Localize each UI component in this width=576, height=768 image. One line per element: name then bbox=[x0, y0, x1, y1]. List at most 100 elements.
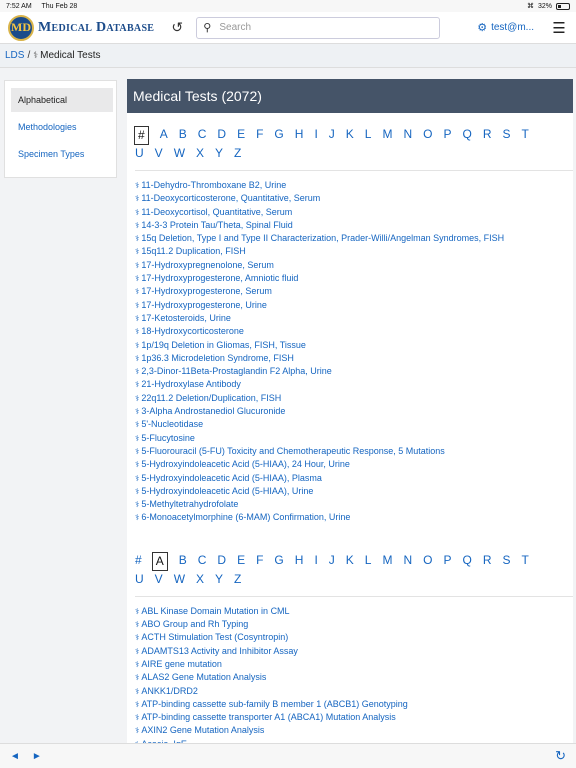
letter-link[interactable]: V bbox=[155, 145, 163, 162]
back-arrow-icon[interactable]: ◄ bbox=[10, 751, 20, 762]
letter-link[interactable]: H bbox=[295, 126, 304, 145]
letter-link[interactable]: C bbox=[198, 126, 207, 145]
test-list-item[interactable]: ⚕ 5-Hydroxyindoleacetic Acid (5-HIAA), 24… bbox=[135, 458, 573, 471]
test-list-item[interactable]: ⚕ AXIN2 Gene Mutation Analysis bbox=[135, 724, 573, 737]
sidebar-item-specimen-types[interactable]: Specimen Types bbox=[11, 142, 113, 166]
letter-link[interactable]: A bbox=[160, 126, 168, 145]
letter-link[interactable]: D bbox=[217, 552, 226, 571]
letter-link[interactable]: I bbox=[314, 126, 317, 145]
test-list-item[interactable]: ⚕ 18-Hydroxycorticosterone bbox=[135, 325, 573, 338]
sidebar-item-methodologies[interactable]: Methodologies bbox=[11, 115, 113, 139]
test-list-item[interactable]: ⚕ 21-Hydroxylase Antibody bbox=[135, 378, 573, 391]
letter-link[interactable]: E bbox=[237, 552, 245, 571]
letter-link[interactable]: Y bbox=[215, 571, 223, 588]
search-box[interactable]: ⚲ bbox=[196, 16, 441, 39]
letter-link[interactable]: W bbox=[174, 571, 185, 588]
test-list-item[interactable]: ⚕ 11-Deoxycortisol, Quantitative, Serum bbox=[135, 206, 573, 219]
letter-link[interactable]: P bbox=[444, 126, 452, 145]
letter-link[interactable]: Y bbox=[215, 145, 223, 162]
letter-link[interactable]: B bbox=[179, 552, 187, 571]
letter-link[interactable]: G bbox=[274, 126, 283, 145]
test-list-item[interactable]: ⚕ 2,3-Dinor-11Beta-Prostaglandin F2 Alpha… bbox=[135, 365, 573, 378]
test-list-item[interactable]: ⚕ ATP-binding cassette sub-family B membe… bbox=[135, 698, 573, 711]
letter-link[interactable]: Z bbox=[234, 145, 241, 162]
test-list-item[interactable]: ⚕ 17-Hydroxyprogesterone, Urine bbox=[135, 299, 573, 312]
test-list-item[interactable]: ⚕ ADAMTS13 Activity and Inhibitor Assay bbox=[135, 645, 573, 658]
letter-link[interactable]: T bbox=[522, 552, 529, 571]
letter-link[interactable]: O bbox=[423, 126, 432, 145]
refresh-icon[interactable]: ↻ bbox=[555, 748, 566, 764]
letter-link[interactable]: B bbox=[179, 126, 187, 145]
test-list-item[interactable]: ⚕ 5-Flucytosine bbox=[135, 432, 573, 445]
test-list-item[interactable]: ⚕ ABO Group and Rh Typing bbox=[135, 618, 573, 631]
history-icon[interactable]: ↺ bbox=[168, 19, 186, 36]
test-list-item[interactable]: ⚕ 5-Methyltetrahydrofolate bbox=[135, 498, 573, 511]
letter-link[interactable]: # bbox=[134, 126, 149, 145]
test-list-item[interactable]: ⚕ 11-Dehydro-Thromboxane B2, Urine bbox=[135, 179, 573, 192]
test-list-item[interactable]: ⚕ 5'-Nucleotidase bbox=[135, 418, 573, 431]
letter-link[interactable]: F bbox=[256, 552, 263, 571]
letter-link[interactable]: J bbox=[329, 552, 335, 571]
letter-link[interactable]: P bbox=[444, 552, 452, 571]
letter-link[interactable]: Q bbox=[463, 552, 472, 571]
test-list-item[interactable]: ⚕ 1p36.3 Microdeletion Syndrome, FISH bbox=[135, 352, 573, 365]
letter-link[interactable]: H bbox=[295, 552, 304, 571]
test-list-item[interactable]: ⚕ AIRE gene mutation bbox=[135, 658, 573, 671]
test-list-item[interactable]: ⚕ 15q11.2 Duplication, FISH bbox=[135, 245, 573, 258]
test-list-item[interactable]: ⚕ 11-Deoxycorticosterone, Quantitative, S… bbox=[135, 192, 573, 205]
sidebar-item-alphabetical[interactable]: Alphabetical bbox=[11, 88, 113, 112]
hamburger-menu-icon[interactable]: ☰ bbox=[550, 19, 568, 37]
test-list-item[interactable]: ⚕ ABL Kinase Domain Mutation in CML bbox=[135, 605, 573, 618]
letter-link[interactable]: L bbox=[365, 552, 372, 571]
test-list-item[interactable]: ⚕ ANKK1/DRD2 bbox=[135, 685, 573, 698]
letter-link[interactable]: G bbox=[274, 552, 283, 571]
letter-link[interactable]: A bbox=[151, 551, 168, 571]
test-list-item[interactable]: ⚕ 5-Fluorouracil (5-FU) Toxicity and Chem… bbox=[135, 445, 573, 458]
letter-link[interactable]: U bbox=[135, 571, 144, 588]
breadcrumb-root-link[interactable]: LDS bbox=[5, 50, 24, 61]
letter-link[interactable]: L bbox=[365, 126, 372, 145]
test-list-item[interactable]: ⚕ 17-Hydroxyprogesterone, Amniotic fluid bbox=[135, 272, 573, 285]
letter-link[interactable]: D bbox=[217, 126, 226, 145]
letter-link[interactable]: N bbox=[403, 126, 412, 145]
letter-link[interactable]: V bbox=[155, 571, 163, 588]
letter-link[interactable]: Q bbox=[463, 126, 472, 145]
test-list-item[interactable]: ⚕ 14-3-3 Protein Tau/Theta, Spinal Fluid bbox=[135, 219, 573, 232]
test-list-item[interactable]: ⚕ 22q11.2 Deletion/Duplication, FISH bbox=[135, 392, 573, 405]
letter-link[interactable]: F bbox=[256, 126, 263, 145]
test-list-item[interactable]: ⚕ 17-Hydroxyprogesterone, Serum bbox=[135, 285, 573, 298]
search-input[interactable] bbox=[219, 22, 420, 33]
user-menu[interactable]: ⚙ test@m... bbox=[477, 21, 534, 34]
letter-link[interactable]: J bbox=[329, 126, 335, 145]
letter-link[interactable]: C bbox=[198, 552, 207, 571]
letter-link[interactable]: X bbox=[196, 145, 204, 162]
letter-link[interactable]: R bbox=[483, 552, 492, 571]
test-list-item[interactable]: ⚕ 5-Hydroxyindoleacetic Acid (5-HIAA), Pl… bbox=[135, 472, 573, 485]
letter-link[interactable]: S bbox=[503, 126, 511, 145]
letter-link[interactable]: W bbox=[174, 145, 185, 162]
letter-link[interactable]: E bbox=[237, 126, 245, 145]
forward-arrow-icon[interactable]: ► bbox=[32, 751, 42, 762]
letter-link[interactable]: M bbox=[382, 126, 392, 145]
test-list-item[interactable]: ⚕ ATP-binding cassette transporter A1 (AB… bbox=[135, 711, 573, 724]
test-list-item[interactable]: ⚕ 17-Hydroxypregnenolone, Serum bbox=[135, 259, 573, 272]
letter-link[interactable]: Z bbox=[234, 571, 241, 588]
app-logo[interactable]: MD Medical Database bbox=[8, 14, 154, 41]
test-list-item[interactable]: ⚕ 15q Deletion, Type I and Type II Charac… bbox=[135, 232, 573, 245]
test-list-item[interactable]: ⚕ ALAS2 Gene Mutation Analysis bbox=[135, 671, 573, 684]
letter-link[interactable]: I bbox=[314, 552, 317, 571]
letter-link[interactable]: N bbox=[403, 552, 412, 571]
test-list-item[interactable]: ⚕ 5-Hydroxyindoleacetic Acid (5-HIAA), Ur… bbox=[135, 485, 573, 498]
test-list-item[interactable]: ⚕ 17-Ketosteroids, Urine bbox=[135, 312, 573, 325]
letter-link[interactable]: R bbox=[483, 126, 492, 145]
letter-link[interactable]: X bbox=[196, 571, 204, 588]
letter-link[interactable]: K bbox=[346, 552, 354, 571]
letter-link[interactable]: O bbox=[423, 552, 432, 571]
letter-link[interactable]: M bbox=[382, 552, 392, 571]
test-list-item[interactable]: ⚕ 6-Monoacetylmorphine (6-MAM) Confirmati… bbox=[135, 511, 573, 524]
test-list-item[interactable]: ⚕ ACTH Stimulation Test (Cosyntropin) bbox=[135, 631, 573, 644]
letter-link[interactable]: S bbox=[503, 552, 511, 571]
letter-link[interactable]: # bbox=[135, 552, 142, 571]
test-list-item[interactable]: ⚕ 3-Alpha Androstanediol Glucuronide bbox=[135, 405, 573, 418]
letter-link[interactable]: K bbox=[346, 126, 354, 145]
